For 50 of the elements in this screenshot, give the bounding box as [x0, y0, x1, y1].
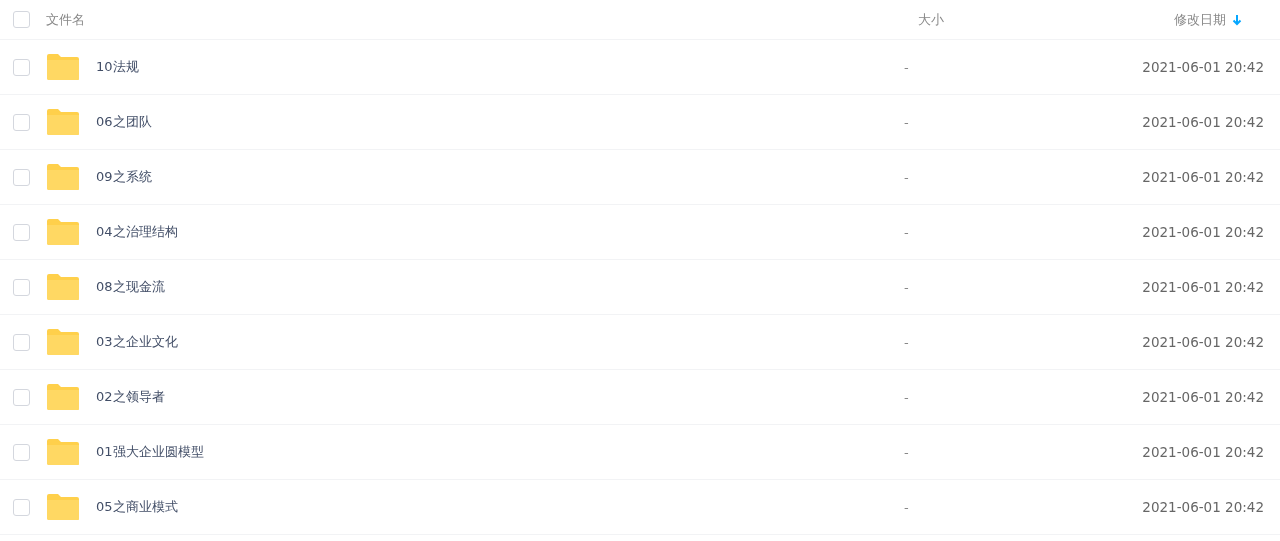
file-name[interactable]: 10法规 — [96, 58, 139, 76]
folder-icon — [46, 328, 80, 356]
file-name[interactable]: 08之现金流 — [96, 278, 165, 296]
sort-arrow-icon[interactable] — [1232, 13, 1242, 26]
column-header[interactable]: 修改日期 — [1174, 10, 1226, 29]
file-size: - — [904, 499, 910, 515]
file-size: - — [904, 389, 910, 405]
file-name[interactable]: 09之系统 — [96, 168, 152, 186]
checkbox[interactable] — [13, 443, 30, 461]
checkbox[interactable] — [13, 58, 30, 76]
file-size: - — [904, 59, 910, 75]
checkbox[interactable] — [13, 498, 30, 516]
modified-date: 2021-06-01 20:42 — [1141, 114, 1265, 130]
column-header[interactable]: 文件名 — [46, 10, 904, 29]
checkbox[interactable] — [13, 333, 30, 351]
modified-date: 2021-06-01 20:42 — [1141, 59, 1265, 75]
file-name[interactable]: 04之治理结构 — [96, 223, 178, 241]
checkbox[interactable] — [13, 388, 30, 406]
folder-icon — [46, 438, 80, 466]
folder-icon — [46, 53, 80, 81]
folder-icon — [46, 273, 80, 301]
file-name[interactable]: 02之领导者 — [96, 388, 165, 406]
modified-date: 2021-06-01 20:42 — [1141, 224, 1265, 240]
file-name[interactable]: 03之企业文化 — [96, 333, 178, 351]
file-size: - — [904, 279, 910, 295]
checkbox[interactable] — [13, 11, 30, 28]
folder-icon — [46, 493, 80, 521]
file-size: - — [904, 224, 910, 240]
folder-icon — [46, 163, 80, 191]
folder-icon — [46, 108, 80, 136]
file-name[interactable]: 06之团队 — [96, 113, 152, 131]
folder-icon — [46, 218, 80, 246]
modified-date: 2021-06-01 20:42 — [1141, 389, 1265, 405]
file-size: - — [904, 444, 910, 460]
modified-date: 2021-06-01 20:42 — [1141, 279, 1265, 295]
file-size: - — [904, 334, 910, 350]
checkbox[interactable] — [13, 223, 30, 241]
file-name[interactable]: 01强大企业圆模型 — [96, 443, 204, 461]
file-name[interactable]: 05之商业模式 — [96, 498, 178, 516]
folder-icon — [46, 383, 80, 411]
checkbox[interactable] — [13, 278, 30, 296]
file-size: - — [904, 114, 910, 130]
checkbox[interactable] — [13, 168, 30, 186]
modified-date: 2021-06-01 20:42 — [1141, 334, 1265, 350]
modified-date: 2021-06-01 20:42 — [1141, 444, 1265, 460]
checkbox[interactable] — [13, 113, 30, 131]
file-size: - — [904, 169, 910, 185]
column-header[interactable]: 大小 — [904, 10, 1080, 29]
modified-date: 2021-06-01 20:42 — [1141, 169, 1265, 185]
modified-date: 2021-06-01 20:42 — [1141, 499, 1265, 515]
